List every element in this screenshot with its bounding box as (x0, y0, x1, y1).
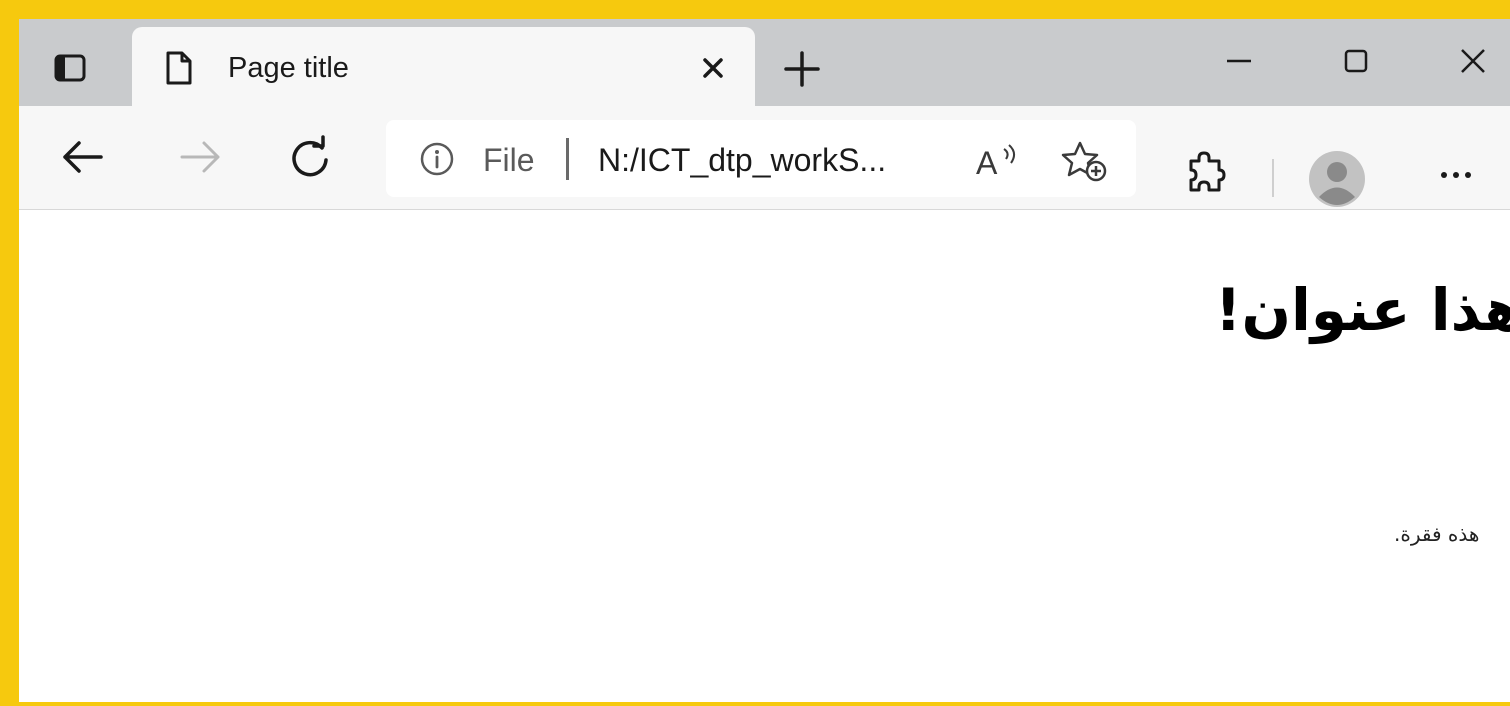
tab-strip: Page title (19, 19, 1510, 106)
read-aloud-button[interactable]: A (974, 141, 1022, 181)
forward-button[interactable] (176, 134, 226, 180)
toolbar-divider (1272, 159, 1274, 197)
tab-actions-button[interactable] (50, 48, 90, 88)
back-button[interactable] (57, 134, 107, 180)
refresh-button[interactable] (286, 134, 336, 180)
maximize-button[interactable] (1336, 41, 1376, 81)
page-content: هذا عنوان! هذه فقرة. (19, 210, 1510, 702)
close-window-button[interactable] (1453, 41, 1493, 81)
minimize-button[interactable] (1219, 41, 1259, 81)
refresh-icon (292, 135, 328, 177)
info-icon[interactable] (419, 141, 455, 177)
url-text[interactable]: N:/ICT_dtp_workS... (598, 142, 886, 179)
arrow-right-icon (180, 141, 220, 173)
tab-title: Page title (228, 52, 349, 84)
page-paragraph: هذه فقرة. (1394, 522, 1480, 546)
page-icon (166, 51, 192, 85)
add-favorite-button[interactable] (1060, 139, 1110, 183)
browser-toolbar: File N:/ICT_dtp_workS... A (19, 106, 1510, 211)
extensions-button[interactable] (1185, 150, 1231, 198)
site-info-label[interactable]: File (483, 142, 535, 179)
svg-text:A: A (976, 145, 998, 181)
address-bar[interactable]: File N:/ICT_dtp_workS... A (386, 120, 1136, 197)
tab-actions-icon (54, 54, 86, 82)
tab-close-button[interactable] (698, 53, 728, 83)
new-tab-button[interactable] (782, 49, 822, 89)
address-divider (566, 138, 569, 180)
tab-active[interactable]: Page title (132, 27, 755, 106)
profile-button[interactable] (1308, 150, 1366, 208)
page-heading: هذا عنوان! (1215, 276, 1510, 344)
arrow-left-icon (63, 141, 103, 173)
more-options-button[interactable] (1430, 152, 1482, 198)
browser-window: Page title File N:/ICT_dtp_workS... A هذ… (19, 19, 1510, 702)
